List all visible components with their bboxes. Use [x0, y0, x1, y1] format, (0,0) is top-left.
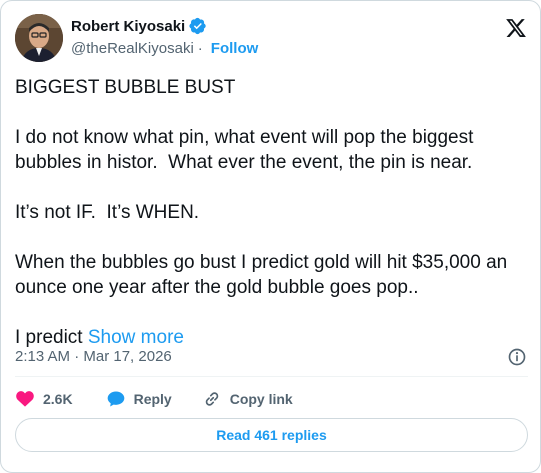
verified-badge-icon: [189, 17, 207, 35]
like-button[interactable]: 2.6K: [15, 389, 73, 409]
tweet-paragraph: I do not know what pin, what event will …: [15, 127, 479, 173]
read-replies-label: Read 461 replies: [216, 427, 327, 443]
tweet-paragraph: BIGGEST BUBBLE BUST: [15, 77, 236, 98]
reply-button[interactable]: Reply: [106, 389, 172, 409]
tweet-meta: 2:13 AM · Mar 17, 2026: [15, 347, 530, 367]
author-names: Robert Kiyosaki @theRealKiyosaki · Follo…: [71, 16, 258, 58]
tweet-paragraph-text: I predict: [15, 327, 83, 348]
separator-dot: ·: [197, 39, 203, 57]
show-more-link[interactable]: Show more: [88, 327, 184, 348]
info-icon[interactable]: [507, 347, 527, 367]
copy-link-label: Copy link: [229, 391, 293, 407]
tweet-header: Robert Kiyosaki @theRealKiyosaki · Follo…: [15, 12, 530, 64]
tweet-card: Robert Kiyosaki @theRealKiyosaki · Follo…: [0, 0, 541, 473]
author-handle[interactable]: @theRealKiyosaki: [71, 40, 194, 57]
handle-row: @theRealKiyosaki · Follow: [71, 38, 258, 58]
timestamp-link[interactable]: 2:13 AM · Mar 17, 2026: [15, 348, 172, 365]
tweet-paragraph: It’s not IF. It’s WHEN.: [15, 202, 200, 223]
heart-icon: [15, 389, 35, 409]
name-row: Robert Kiyosaki: [71, 16, 258, 36]
reply-bubble-icon: [106, 389, 126, 409]
tweet-text: BIGGEST BUBBLE BUST I do not know what p…: [15, 75, 527, 350]
like-count: 2.6K: [43, 391, 73, 407]
x-logo-icon[interactable]: [505, 17, 527, 39]
copy-link-button[interactable]: Copy link: [202, 389, 293, 409]
author-display-name[interactable]: Robert Kiyosaki: [71, 18, 185, 35]
follow-button[interactable]: Follow: [211, 40, 259, 57]
tweet-paragraph: When the bubbles go bust I predict gold …: [15, 252, 513, 298]
action-bar: 2.6K Reply Copy link: [15, 387, 325, 411]
author-avatar[interactable]: [15, 14, 63, 62]
read-replies-button[interactable]: Read 461 replies: [15, 418, 528, 452]
divider: [15, 376, 528, 377]
avatar-portrait-icon: [15, 14, 63, 62]
reply-label: Reply: [133, 391, 172, 407]
link-icon: [202, 389, 222, 409]
